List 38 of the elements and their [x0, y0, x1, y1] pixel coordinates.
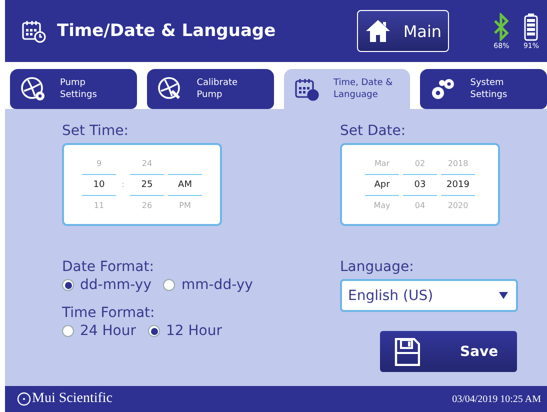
tab[interactable]: Calibrate Pump: [146, 69, 274, 109]
radio-option[interactable]: 12 Hour: [148, 323, 222, 339]
radio-option[interactable]: dd-mm-yy: [62, 277, 152, 293]
time-picker[interactable]: 9 10 11 : 24 25 26 AM PM: [62, 143, 222, 226]
circle-logo-icon: [17, 392, 31, 406]
date-time: 03/04/2019 10:25 AM: [452, 394, 541, 404]
language-dropdown[interactable]: English (US): [340, 279, 518, 312]
field-label: Set Time:: [62, 123, 130, 139]
fan-wrench-icon: [156, 76, 183, 102]
battery-icon: [524, 12, 538, 40]
page-title: Time/Date & Language: [57, 21, 277, 41]
tab[interactable]: Time, Date & Language: [284, 69, 410, 109]
home-icon: [365, 19, 392, 43]
picker-value[interactable]: 25: [130, 174, 164, 196]
colon: :: [120, 180, 126, 189]
radio-option[interactable]: mm-dd-yy: [163, 277, 253, 293]
calendar-clock-icon: [294, 77, 320, 101]
brand-name: Mui Scientific: [32, 391, 112, 407]
field-label: Time Format:: [62, 305, 156, 321]
tab[interactable]: Pump Settings: [10, 69, 137, 109]
calendar-clock-icon: [21, 19, 47, 43]
radio-option[interactable]: 24 Hour: [62, 323, 136, 339]
field-label: Date Format:: [62, 259, 155, 275]
save-button[interactable]: Save: [380, 331, 517, 372]
fan-gear-icon: [20, 76, 46, 102]
main-button[interactable]: Main: [357, 10, 450, 52]
picker-value[interactable]: AM: [168, 174, 202, 196]
gears-icon: [430, 77, 456, 101]
field-label: Language:: [340, 259, 415, 275]
picker-value[interactable]: Apr: [365, 174, 399, 196]
picker-value[interactable]: 2019: [441, 174, 475, 196]
caret-icon: [499, 292, 508, 299]
tab[interactable]: System Settings: [420, 69, 547, 109]
field-label: Set Date:: [340, 123, 407, 139]
picker-value[interactable]: 03: [403, 174, 437, 196]
date-picker[interactable]: Mar Apr May 02 03 04 2018 2019 2020: [340, 143, 500, 226]
picker-value[interactable]: 10: [82, 174, 116, 196]
bluetooth-icon: [493, 12, 510, 40]
